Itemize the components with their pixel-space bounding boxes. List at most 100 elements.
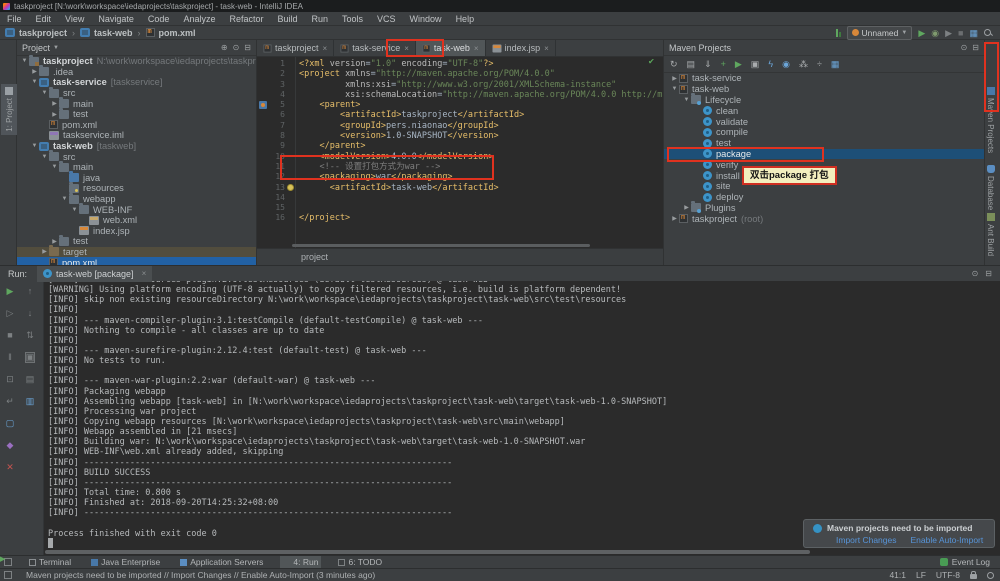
settings-icon[interactable]: ⊙ bbox=[972, 269, 979, 279]
menu-item[interactable]: Code bbox=[141, 14, 177, 24]
tree-row[interactable]: ▼ webapp bbox=[17, 192, 256, 205]
menu-item[interactable]: Build bbox=[270, 14, 304, 24]
hector-inspection-icon[interactable] bbox=[987, 571, 994, 579]
breadcrumb-item[interactable]: › task-web bbox=[72, 28, 133, 38]
lock-icon[interactable] bbox=[970, 571, 977, 579]
project-panel-title[interactable]: Project bbox=[22, 43, 50, 53]
tree-row[interactable]: ▶ target bbox=[17, 245, 256, 258]
add-maven-project-icon[interactable]: + bbox=[721, 59, 726, 69]
tree-row[interactable]: package bbox=[664, 148, 984, 160]
stop-button[interactable]: ■ bbox=[958, 28, 963, 38]
tool-window-stripe-button[interactable]: Maven Projects bbox=[986, 84, 995, 156]
tree-row[interactable]: ▼ src bbox=[17, 86, 256, 99]
expand-arrow-icon[interactable]: ▶ bbox=[682, 204, 691, 211]
expand-arrow-icon[interactable]: ▶ bbox=[50, 238, 59, 245]
skip-tests-icon[interactable]: ϟ bbox=[768, 59, 773, 69]
run-console-output[interactable]: [INFO] --- maven-resources-plugin:2.6:te… bbox=[48, 281, 996, 549]
expand-arrow-icon[interactable]: ▼ bbox=[70, 207, 79, 213]
tree-row[interactable]: pom.xml bbox=[17, 119, 256, 131]
next-message-button[interactable]: ↓ bbox=[28, 309, 33, 318]
run-tab[interactable]: task-web [package] × bbox=[37, 265, 153, 282]
tree-row[interactable]: ▶ Plugins bbox=[664, 201, 984, 214]
event-log-button[interactable]: Event Log bbox=[939, 557, 990, 567]
menu-item[interactable]: Tools bbox=[335, 14, 370, 24]
prev-message-button[interactable]: ↑ bbox=[28, 287, 33, 296]
close-button[interactable]: ✕ bbox=[6, 463, 14, 472]
locate-icon[interactable]: ⊕ bbox=[221, 43, 228, 53]
line-separator-widget[interactable]: LF bbox=[916, 570, 926, 580]
console-horizontal-scrollbar[interactable] bbox=[45, 550, 810, 554]
expand-arrow-icon[interactable]: ▶ bbox=[50, 111, 59, 118]
run-configuration-selector[interactable]: Unnamed ▼ bbox=[846, 25, 913, 40]
print-button[interactable]: ▤ bbox=[26, 375, 35, 384]
tree-row[interactable]: ▼ task-service [taskservice] bbox=[17, 77, 256, 88]
menu-item[interactable]: Edit bbox=[29, 14, 59, 24]
hide-icon[interactable]: ⊟ bbox=[244, 43, 251, 53]
menu-item[interactable]: File bbox=[0, 14, 29, 24]
menu-item[interactable]: Window bbox=[403, 14, 449, 24]
tree-row[interactable]: ▶ taskproject (root) bbox=[664, 213, 984, 224]
editor[interactable]: 1 <?xml version="1.0" encoding="UTF-8"?>… bbox=[257, 57, 663, 250]
tree-row[interactable]: resources bbox=[17, 181, 256, 194]
close-icon[interactable]: × bbox=[323, 44, 328, 53]
tree-row[interactable]: ▶ test bbox=[17, 107, 256, 120]
run-build-icon[interactable]: ▶ bbox=[735, 59, 742, 69]
menu-item[interactable]: Analyze bbox=[176, 14, 222, 24]
tree-row[interactable]: ▶ main bbox=[17, 97, 256, 109]
scroll-to-end-button[interactable]: ▣ bbox=[24, 352, 36, 363]
run-dashboard-icon[interactable]: ▷ bbox=[7, 309, 14, 318]
rerun-button[interactable]: ▶ bbox=[7, 287, 14, 296]
notification-link[interactable]: Enable Auto-Import bbox=[910, 535, 983, 545]
close-icon[interactable]: × bbox=[404, 44, 409, 53]
coverage-button[interactable]: ▶ bbox=[945, 28, 952, 38]
maven-settings-icon[interactable]: ▦ bbox=[831, 59, 840, 69]
expand-arrow-icon[interactable]: ▼ bbox=[50, 164, 59, 170]
close-icon[interactable]: × bbox=[474, 44, 479, 53]
editor-breadcrumb[interactable]: project bbox=[301, 252, 328, 262]
exit-button[interactable]: ↵ bbox=[6, 397, 14, 406]
tool-window-button[interactable]: Application Servers bbox=[177, 556, 266, 569]
tree-row[interactable]: test bbox=[664, 138, 984, 149]
tree-row[interactable]: ▼ taskproject N:\work\workspace\iedaproj… bbox=[17, 54, 256, 67]
clear-console-button[interactable]: ▥ bbox=[26, 397, 35, 406]
stop-button[interactable]: ■ bbox=[7, 331, 12, 340]
tree-row[interactable]: java bbox=[17, 171, 256, 184]
tree-row[interactable]: taskservice.iml bbox=[17, 130, 256, 141]
notification-link[interactable]: Import Changes bbox=[836, 535, 896, 545]
menu-item[interactable]: VCS bbox=[370, 14, 403, 24]
expand-arrow-icon[interactable]: ▼ bbox=[40, 90, 49, 96]
tree-row[interactable]: ▼ main bbox=[17, 160, 256, 173]
settings-icon[interactable]: ⊙ bbox=[233, 43, 240, 53]
run-button[interactable]: ▶ bbox=[918, 28, 925, 38]
expand-arrow-icon[interactable]: ▼ bbox=[40, 154, 49, 160]
expand-arrow-icon[interactable]: ▼ bbox=[682, 97, 691, 103]
debug-button[interactable]: ◉ bbox=[931, 28, 939, 38]
attach-icon[interactable]: ◆ bbox=[7, 441, 14, 450]
tree-row[interactable]: ▼ Lifecycle bbox=[664, 93, 984, 106]
tree-row[interactable]: clean bbox=[664, 105, 984, 116]
restore-layout-button[interactable]: ⊡ bbox=[6, 375, 14, 384]
menu-item[interactable]: View bbox=[58, 14, 91, 24]
download-sources-icon[interactable]: ⇓ bbox=[704, 59, 712, 69]
tree-row[interactable]: ▼ WEB-INF bbox=[17, 203, 256, 215]
status-message[interactable]: Maven projects need to be imported // Im… bbox=[26, 570, 375, 580]
caret-position-widget[interactable]: 41:1 bbox=[889, 570, 906, 580]
tool-window-stripe-button[interactable]: Ant Build bbox=[986, 210, 995, 259]
close-icon[interactable]: × bbox=[544, 44, 549, 53]
editor-horizontal-scrollbar[interactable] bbox=[292, 244, 590, 247]
offline-mode-icon[interactable]: ◉ bbox=[782, 59, 790, 69]
expand-arrow-icon[interactable]: ▼ bbox=[30, 143, 39, 149]
expand-arrow-icon[interactable]: ▼ bbox=[670, 86, 679, 92]
close-icon[interactable]: × bbox=[142, 269, 147, 278]
breadcrumb-item[interactable]: › pom.xml bbox=[138, 27, 196, 38]
encoding-widget[interactable]: UTF-8 bbox=[936, 570, 960, 580]
collapse-all-icon[interactable]: ÷ bbox=[817, 59, 822, 69]
tool-window-switcher-icon[interactable] bbox=[4, 571, 12, 579]
tool-window-button[interactable]: 6: TODO bbox=[335, 556, 385, 569]
settings-icon[interactable]: ⊙ bbox=[961, 43, 968, 53]
menu-item[interactable]: Run bbox=[305, 14, 336, 24]
tree-row[interactable]: web.xml bbox=[17, 215, 256, 226]
tree-row[interactable]: ▶ task-service bbox=[664, 73, 984, 84]
tree-row[interactable]: validate bbox=[664, 116, 984, 127]
menu-item[interactable]: Navigate bbox=[91, 14, 141, 24]
